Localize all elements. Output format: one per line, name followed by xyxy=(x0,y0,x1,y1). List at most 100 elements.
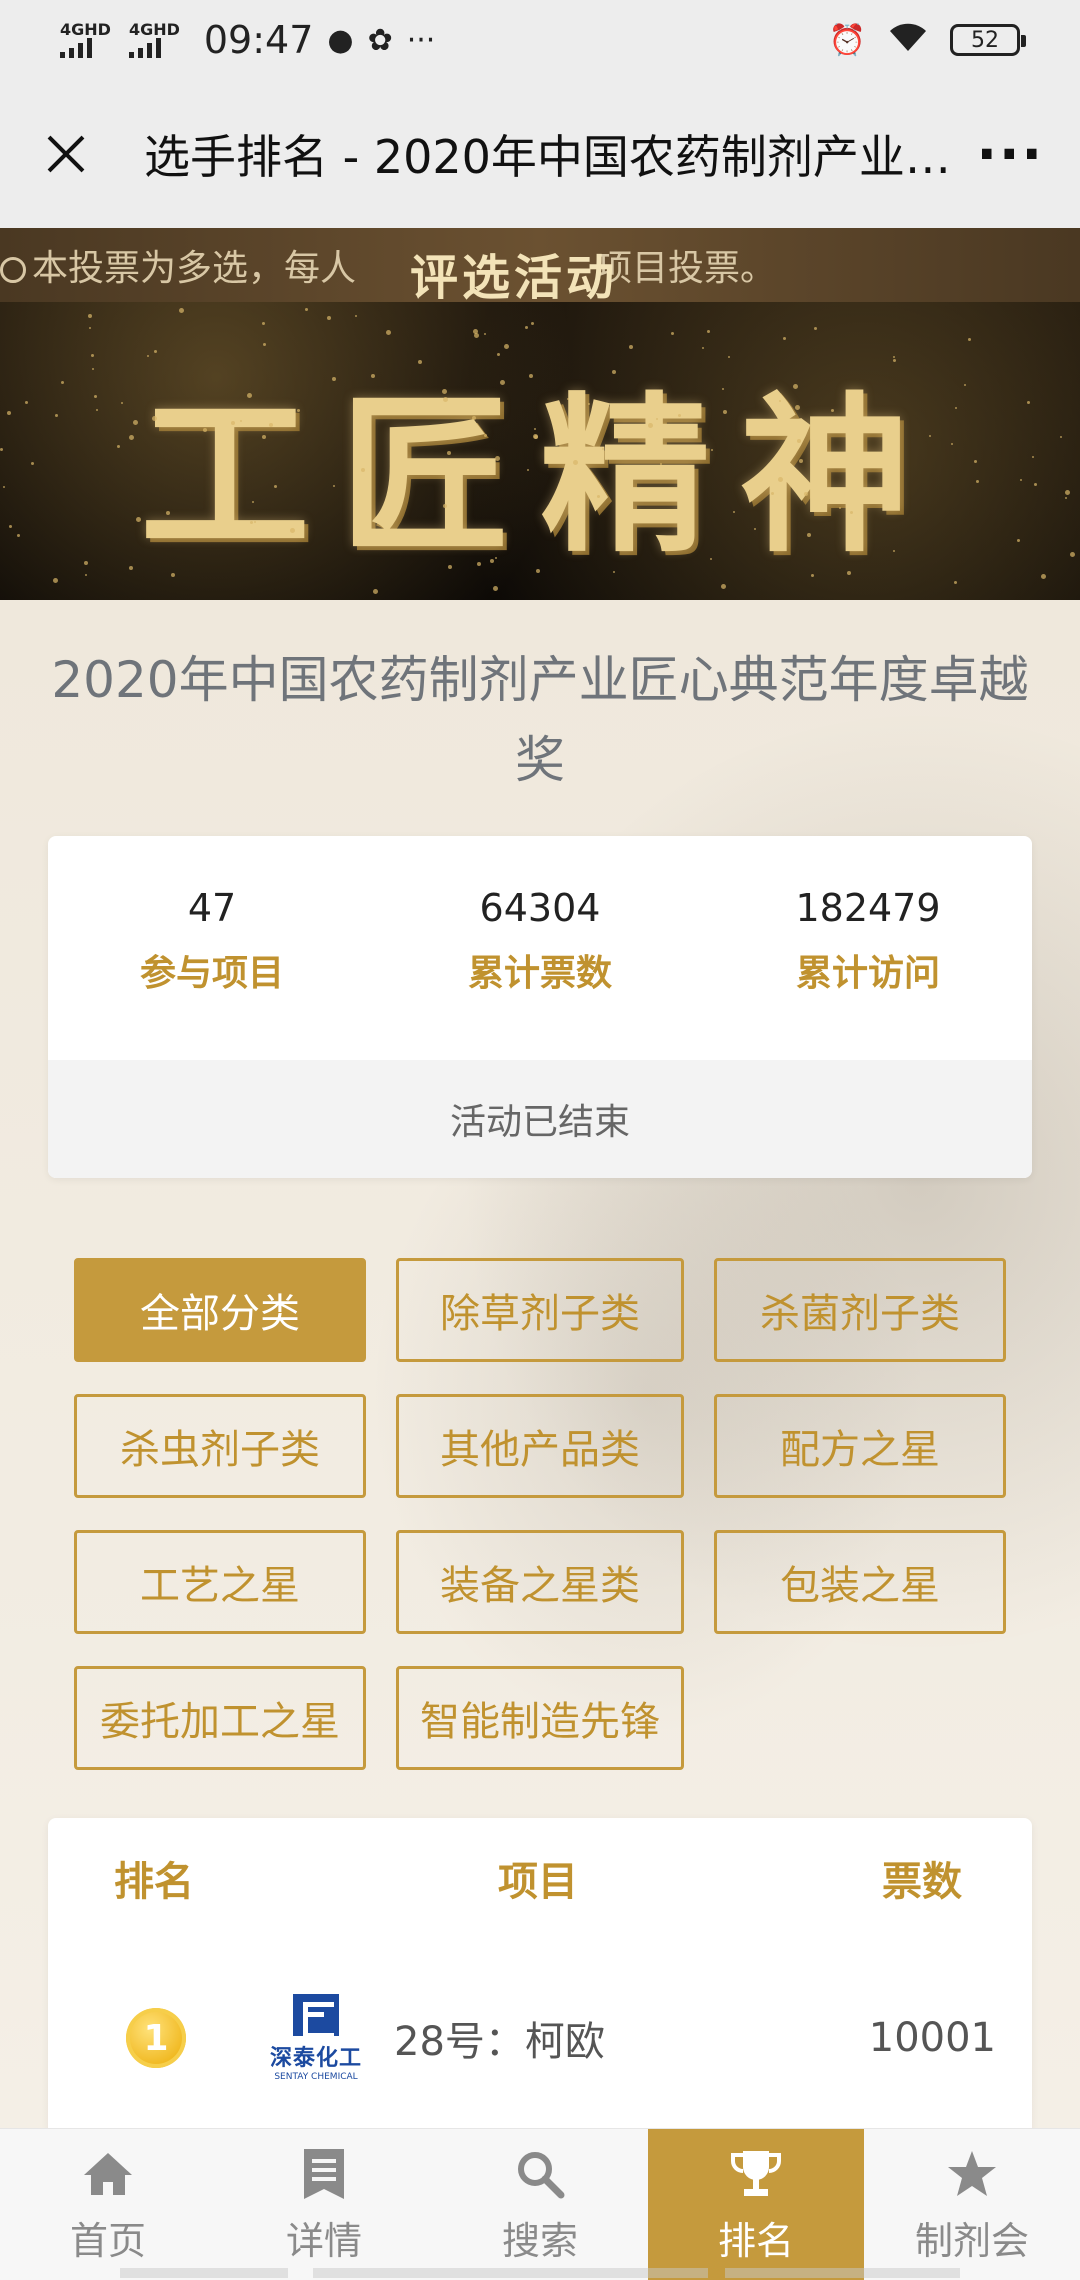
gold-fleck xyxy=(500,380,505,385)
gold-fleck xyxy=(567,398,569,400)
gold-fleck xyxy=(84,561,88,565)
company-logo-cn: 深泰化工 xyxy=(270,2046,363,2071)
gold-fleck xyxy=(361,468,365,472)
home-icon xyxy=(82,2144,134,2204)
ranking-header: 排名 项目 票数 xyxy=(48,1818,1032,1938)
gold-fleck xyxy=(1070,552,1075,557)
nav-home[interactable]: 首页 xyxy=(0,2129,216,2280)
category-other-products-button[interactable]: 其他产品类 xyxy=(396,1394,684,1498)
gold-fleck xyxy=(721,584,726,589)
gold-fleck xyxy=(493,586,498,591)
gold-fleck xyxy=(711,449,713,451)
network-type-label: 4GHD xyxy=(60,20,111,39)
category-formula-star-button[interactable]: 配方之星 xyxy=(714,1394,1006,1498)
gold-fleck xyxy=(495,456,500,461)
gold-fleck xyxy=(656,418,658,420)
banner-title: 工匠精神 xyxy=(139,376,940,576)
nav-association[interactable]: 制剂会 xyxy=(864,2129,1080,2280)
category-fungicide-button[interactable]: 杀菌剂子类 xyxy=(714,1258,1006,1362)
gold-fleck xyxy=(955,407,957,409)
gold-fleck xyxy=(534,428,536,430)
category-smart-manufacturing-button[interactable]: 智能制造先锋 xyxy=(396,1666,684,1770)
close-icon[interactable] xyxy=(36,124,96,184)
gold-fleck xyxy=(386,330,391,335)
gold-fleck xyxy=(710,558,712,560)
nav-label: 搜索 xyxy=(501,2219,578,2263)
category-contract-processing-button[interactable]: 委托加工之星 xyxy=(74,1666,366,1770)
announcement-icon xyxy=(0,257,26,283)
gold-fleck xyxy=(771,492,774,495)
gold-fleck xyxy=(779,400,781,402)
gold-fleck xyxy=(371,374,375,378)
banner: 本投票为多选，每人 项目投票。 评选活动 工匠精神 xyxy=(0,228,1080,600)
gold-fleck xyxy=(527,469,529,471)
wechat-icon: ✿ xyxy=(367,22,393,58)
category-process-star-button[interactable]: 工艺之星 xyxy=(74,1530,366,1634)
gold-fleck xyxy=(671,332,674,335)
trophy-icon xyxy=(729,2144,783,2204)
gold-fleck xyxy=(811,574,814,577)
gold-fleck xyxy=(929,435,931,437)
gold-fleck xyxy=(648,423,653,428)
gold-fleck xyxy=(61,381,64,384)
stat-value: 64304 xyxy=(479,886,601,930)
gold-fleck xyxy=(250,521,253,524)
gold-fleck xyxy=(133,420,138,425)
gold-fleck xyxy=(678,414,681,417)
gold-fleck xyxy=(147,355,149,357)
gold-fleck xyxy=(447,451,451,455)
category-herbicide-button[interactable]: 除草剂子类 xyxy=(396,1258,684,1362)
category-all-button[interactable]: 全部分类 xyxy=(74,1258,366,1362)
gold-fleck xyxy=(831,409,834,412)
announcement-text: 本投票为多选，每人 xyxy=(32,248,357,289)
gold-fleck xyxy=(262,435,266,439)
gold-fleck xyxy=(85,574,87,576)
nav-label: 详情 xyxy=(285,2219,362,2263)
gold-fleck xyxy=(7,411,11,415)
company-logo: 深泰化工 SENTAY CHEMICAL xyxy=(270,1994,362,2082)
gold-fleck xyxy=(629,345,633,349)
gold-fleck xyxy=(702,347,704,349)
header-rank: 排名 xyxy=(114,1859,194,1905)
more-menu-button[interactable]: ··· xyxy=(976,123,1044,186)
gold-fleck xyxy=(262,322,265,325)
gold-fleck xyxy=(597,495,600,498)
gold-fleck xyxy=(612,370,616,374)
gold-fleck xyxy=(9,525,12,528)
gold-fleck xyxy=(807,533,811,537)
gold-fleck xyxy=(442,389,447,394)
gold-fleck xyxy=(152,416,157,421)
gold-fleck xyxy=(231,421,235,425)
category-equipment-star-button[interactable]: 装备之星类 xyxy=(396,1530,684,1634)
gold-fleck xyxy=(373,589,378,594)
battery-icon: 52 xyxy=(950,24,1026,56)
gold-fleck xyxy=(121,402,123,404)
gold-fleck xyxy=(536,569,540,573)
nav-label: 排名 xyxy=(717,2219,794,2263)
clock: 09:47 xyxy=(203,18,314,62)
gold-fleck xyxy=(1032,456,1034,458)
gold-fleck xyxy=(723,410,727,414)
gold-fleck xyxy=(733,511,735,513)
category-packaging-star-button[interactable]: 包装之星 xyxy=(714,1530,1006,1634)
nav-search[interactable]: 搜索 xyxy=(432,2129,648,2280)
table-row[interactable]: 1 深泰化工 SENTAY CHEMICAL 28号：柯欧 10001 xyxy=(48,1938,1032,2138)
nav-details[interactable]: 详情 xyxy=(216,2129,432,2280)
title-bar: 选手排名 - 2020年中国农药制剂产业匠心典范年度卓越奖 ··· xyxy=(0,80,1080,228)
stat-label: 参与项目 xyxy=(139,953,284,994)
gold-fleck xyxy=(333,485,335,487)
announcement-marquee: 本投票为多选，每人 项目投票。 xyxy=(0,239,776,291)
gold-fleck xyxy=(754,528,756,530)
category-insecticide-button[interactable]: 杀虫剂子类 xyxy=(74,1394,366,1498)
gold-fleck xyxy=(290,528,295,533)
document-icon xyxy=(302,2144,346,2204)
gold-fleck xyxy=(203,428,207,432)
gold-fleck xyxy=(893,359,896,362)
nav-ranking[interactable]: 排名 xyxy=(648,2129,864,2280)
nav-label: 首页 xyxy=(69,2219,146,2263)
nav-label: 制剂会 xyxy=(914,2219,1029,2263)
more-notifications-icon: ··· xyxy=(406,22,436,58)
event-status-bar: 活动已结束 xyxy=(48,1060,1032,1178)
gold-fleck xyxy=(91,354,94,357)
gold-fleck xyxy=(1065,497,1067,499)
